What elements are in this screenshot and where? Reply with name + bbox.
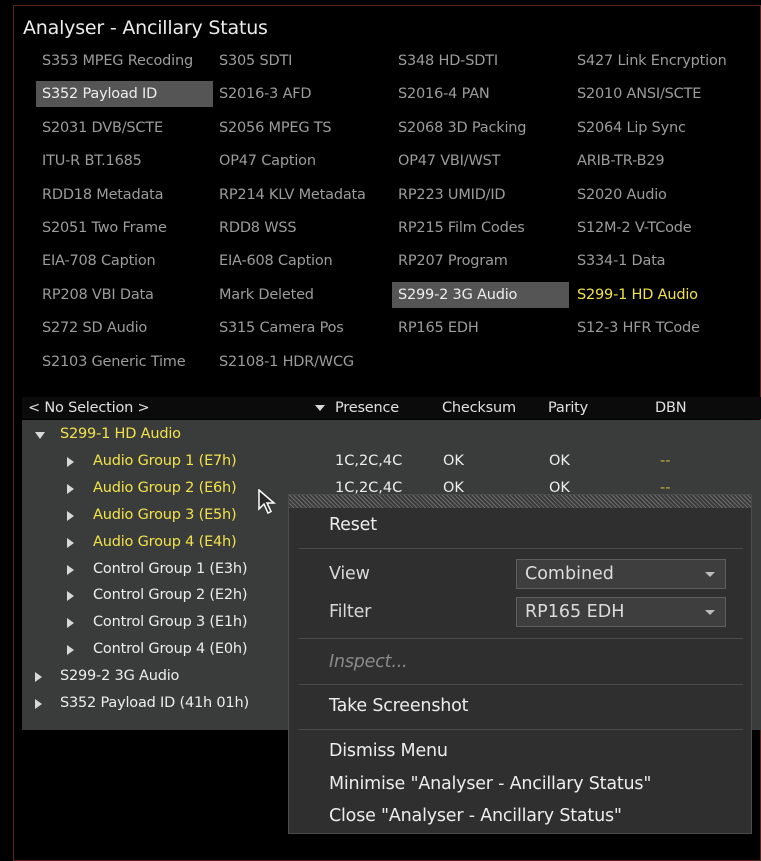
ancillary-item[interactable]: S334-1 Data <box>571 248 746 274</box>
tree-row-label[interactable]: Control Group 4 (E0h) <box>93 636 248 663</box>
ancillary-item[interactable]: S272 SD Audio <box>36 315 213 341</box>
reset-menu-item[interactable]: Reset <box>329 515 377 535</box>
mouse-pointer-icon <box>258 489 277 515</box>
ancillary-item[interactable]: OP47 Caption <box>213 148 390 174</box>
selection-dropdown[interactable]: < No Selection > <box>28 397 150 419</box>
expanded-arrow-icon[interactable] <box>35 432 45 439</box>
collapsed-arrow-icon[interactable] <box>67 645 74 656</box>
inspect-menu-item: Inspect... <box>329 652 408 672</box>
ancillary-item[interactable]: RP215 Film Codes <box>392 215 569 241</box>
ancillary-item[interactable]: S2016-4 PAN <box>392 81 569 107</box>
dismiss-menu-item[interactable]: Dismiss Menu <box>329 741 448 761</box>
cell-parity: OK <box>549 452 570 469</box>
chevron-down-icon <box>705 610 715 615</box>
view-value: Combined <box>525 564 614 584</box>
column-checksum[interactable]: Checksum <box>442 397 516 419</box>
ancillary-item[interactable]: S299-2 3G Audio <box>392 281 569 308</box>
collapsed-arrow-icon[interactable] <box>67 537 74 548</box>
ancillary-item[interactable]: S353 MPEG Recoding <box>36 48 213 74</box>
collapsed-arrow-icon[interactable] <box>67 618 74 629</box>
ancillary-item[interactable]: S2103 Generic Time <box>36 349 213 375</box>
tree-row-label[interactable]: Audio Group 1 (E7h) <box>93 448 237 475</box>
tree-row-label[interactable]: S299-1 HD Audio <box>60 421 181 448</box>
cell-dbn: -- <box>660 452 671 469</box>
collapsed-arrow-icon[interactable] <box>35 672 42 683</box>
filter-dropdown[interactable]: RP165 EDH <box>516 597 726 627</box>
ancillary-item[interactable]: ITU-R BT.1685 <box>36 148 213 174</box>
ancillary-item[interactable]: S427 Link Encryption <box>571 48 746 74</box>
take-screenshot-menu-item[interactable]: Take Screenshot <box>329 696 469 716</box>
close-window-menu-item[interactable]: Close "Analyser - Ancillary Status" <box>329 806 622 826</box>
menu-grip[interactable] <box>289 495 751 508</box>
view-label: View <box>329 564 370 584</box>
ancillary-item[interactable]: RDD18 Metadata <box>36 182 213 208</box>
ancillary-item[interactable]: RP214 KLV Metadata <box>213 182 390 208</box>
ancillary-item[interactable]: S299-1 HD Audio <box>571 282 746 308</box>
context-menu: Reset View Combined Filter RP165 EDH Ins… <box>288 494 752 834</box>
ancillary-item[interactable]: S348 HD-SDTI <box>392 48 569 74</box>
ancillary-item[interactable]: OP47 VBI/WST <box>392 148 569 174</box>
chevron-down-icon <box>705 572 715 577</box>
menu-separator <box>299 548 743 549</box>
tree-row-label[interactable]: S299-2 3G Audio <box>60 663 179 690</box>
filter-value: RP165 EDH <box>525 602 625 622</box>
ancillary-item[interactable]: RP207 Program <box>392 248 569 274</box>
collapsed-arrow-icon[interactable] <box>67 483 74 494</box>
ancillary-item[interactable]: S12-3 HFR TCode <box>571 315 746 341</box>
ancillary-item[interactable]: S352 Payload ID <box>36 81 213 108</box>
ancillary-item[interactable]: S2010 ANSI/SCTE <box>571 81 746 107</box>
ancillary-item[interactable]: S2016-3 AFD <box>213 81 390 107</box>
view-dropdown[interactable]: Combined <box>516 559 726 589</box>
filter-label: Filter <box>329 602 372 622</box>
collapsed-arrow-icon[interactable] <box>67 564 74 575</box>
ancillary-item[interactable]: S2068 3D Packing <box>392 115 569 141</box>
tree-row-label[interactable]: Audio Group 3 (E5h) <box>93 502 237 529</box>
tree-row-label[interactable]: Control Group 1 (E3h) <box>93 556 248 583</box>
tree-row-label[interactable]: Audio Group 2 (E6h) <box>93 475 237 502</box>
tree-row-label[interactable]: Audio Group 4 (E4h) <box>93 529 237 556</box>
window-title: Analyser - Ancillary Status <box>23 17 268 39</box>
ancillary-item[interactable]: RP223 UMID/ID <box>392 182 569 208</box>
ancillary-item[interactable]: S2051 Two Frame <box>36 215 213 241</box>
cell-checksum: OK <box>443 452 464 469</box>
ancillary-item[interactable]: RDD8 WSS <box>213 215 390 241</box>
collapsed-arrow-icon[interactable] <box>35 699 42 709</box>
column-dbn[interactable]: DBN <box>655 397 687 419</box>
ancillary-item[interactable]: S305 SDTI <box>213 48 390 74</box>
cell-presence: 1C,2C,4C <box>335 452 403 469</box>
ancillary-item[interactable]: RP208 VBI Data <box>36 282 213 308</box>
ancillary-item[interactable]: S315 Camera Pos <box>213 315 390 341</box>
menu-separator <box>299 684 743 685</box>
ancillary-item[interactable]: ARIB-TR-B29 <box>571 148 746 174</box>
tree-row-label[interactable]: Control Group 3 (E1h) <box>93 609 248 636</box>
collapsed-arrow-icon[interactable] <box>67 456 74 467</box>
ancillary-item[interactable]: RP165 EDH <box>392 315 569 341</box>
ancillary-item[interactable]: S2031 DVB/SCTE <box>36 115 213 141</box>
menu-separator <box>299 729 743 730</box>
ancillary-item[interactable]: EIA-608 Caption <box>213 248 390 274</box>
ancillary-item[interactable]: EIA-708 Caption <box>36 248 213 274</box>
column-parity[interactable]: Parity <box>548 397 588 419</box>
ancillary-item[interactable]: Mark Deleted <box>213 282 390 308</box>
ancillary-item[interactable]: S2108-1 HDR/WCG <box>213 349 390 375</box>
column-presence[interactable]: Presence <box>335 397 399 419</box>
menu-separator <box>299 638 743 639</box>
minimise-window-menu-item[interactable]: Minimise "Analyser - Ancillary Status" <box>329 774 651 794</box>
tree-row-label[interactable]: Control Group 2 (E2h) <box>93 582 248 609</box>
ancillary-item[interactable]: S2056 MPEG TS <box>213 115 390 141</box>
collapsed-arrow-icon[interactable] <box>67 510 74 521</box>
tree-row-label[interactable]: S352 Payload ID (41h 01h) <box>60 690 249 717</box>
ancillary-item[interactable]: S12M-2 V-TCode <box>571 215 746 241</box>
ancillary-item[interactable]: S2020 Audio <box>571 182 746 208</box>
ancillary-item[interactable]: S2064 Lip Sync <box>571 115 746 141</box>
collapsed-arrow-icon[interactable] <box>67 591 74 602</box>
chevron-down-icon[interactable] <box>315 405 325 411</box>
